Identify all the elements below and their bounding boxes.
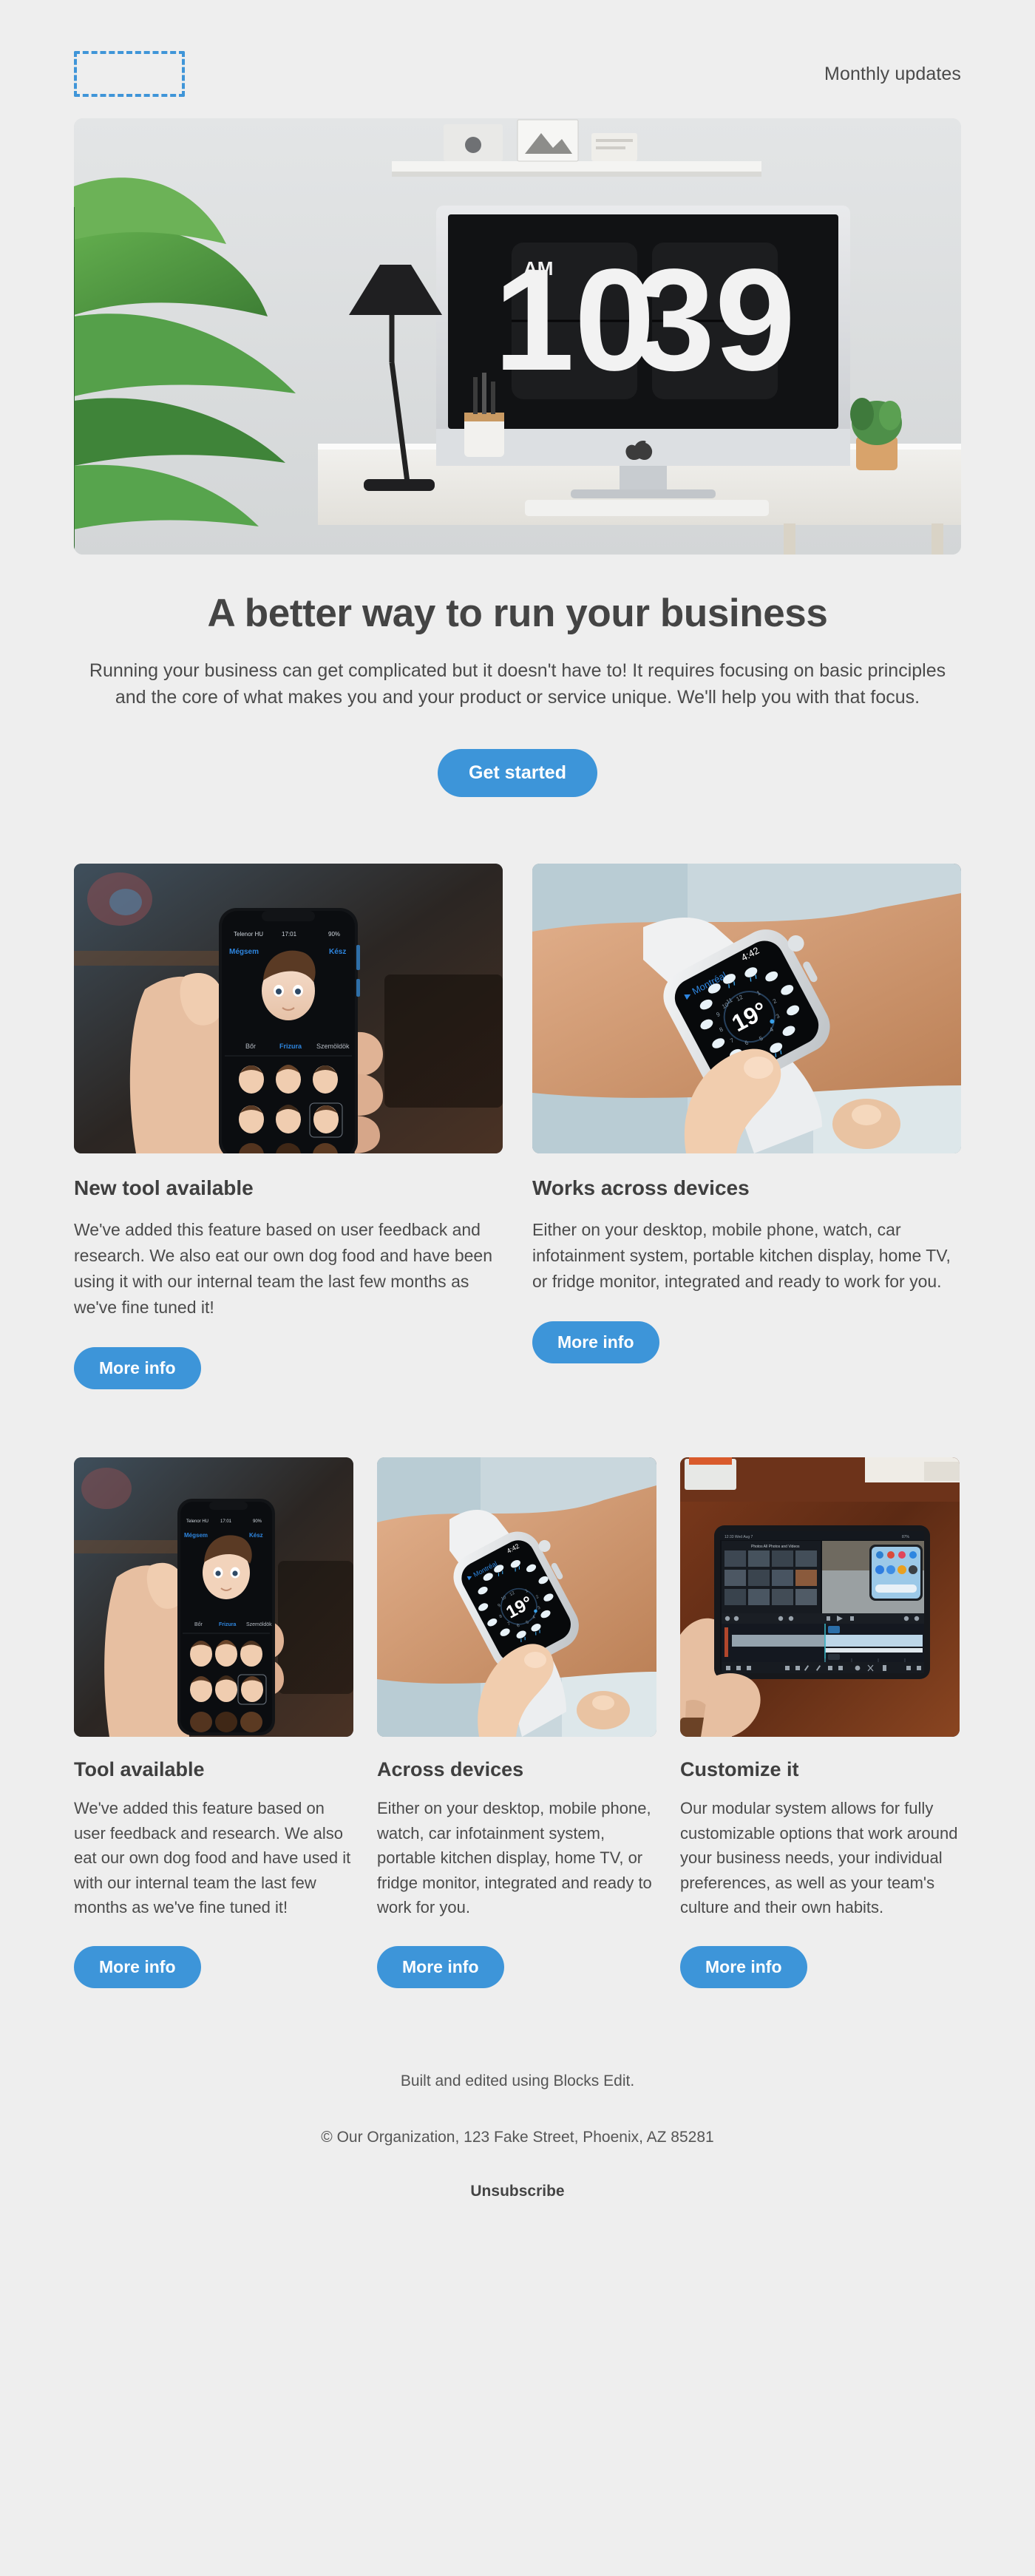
more-info-button[interactable]: More info: [74, 1946, 201, 1989]
svg-text:Mégsem: Mégsem: [184, 1532, 208, 1539]
svg-text:Telenor HU: Telenor HU: [234, 931, 263, 938]
hero-body-text: Running your business can get complicate…: [89, 660, 946, 708]
card-body: Either on your desktop, mobile phone, wa…: [532, 1220, 951, 1291]
card-button-row: More info: [74, 1946, 353, 1989]
three-column-section: Telenor HU 17:01 90% Mégsem Kész Bőr Fri…: [74, 1457, 961, 1989]
more-info-button[interactable]: More info: [532, 1321, 659, 1363]
svg-text:90%: 90%: [328, 931, 340, 938]
phone-memoji-image: Telenor HU 17:01 90% Mégsem Kész Bőr Fri…: [74, 864, 503, 1154]
hero-cta-row: Get started: [74, 749, 961, 798]
card-button-row: More info: [377, 1946, 656, 1989]
svg-text:Szemöldök: Szemöldök: [246, 1622, 272, 1627]
watch-weather-image: Montréal 4:42 19° 12 1 2 345 678 9 10 11: [532, 864, 961, 1154]
card-heading: Customize it: [680, 1758, 799, 1780]
card-button-row: More info: [680, 1946, 960, 1989]
svg-text:17:01: 17:01: [282, 931, 297, 938]
email-canvas: Monthly updates AM 10 39 A better way to…: [0, 0, 1035, 2231]
logo-placeholder[interactable]: [74, 51, 185, 97]
card-heading: New tool available: [74, 1176, 254, 1200]
card-body: Our modular system allows for fully cust…: [680, 1799, 958, 1916]
feature-card-tool-available: Telenor HU 17:01 90% Mégsem Kész Bőr Fri…: [74, 1457, 353, 1989]
svg-text:12:33 Wed Aug 7: 12:33 Wed Aug 7: [724, 1535, 753, 1539]
svg-text:Bőr: Bőr: [194, 1622, 203, 1627]
unsubscribe-link[interactable]: Unsubscribe: [470, 2183, 564, 2200]
svg-text:Mégsem: Mégsem: [229, 948, 259, 956]
header-tagline: Monthly updates: [824, 63, 961, 84]
more-info-button[interactable]: More info: [680, 1946, 807, 1989]
watch-weather-image: Montréal 4:42 19° 12 1 2 345 678 9 10: [377, 1457, 656, 1737]
svg-text:Frizura: Frizura: [279, 1043, 302, 1050]
svg-text:Kész: Kész: [329, 948, 346, 956]
feature-card-across-devices: Montréal 4:42 19° 12 1 2 345 678 9 10 Ac…: [377, 1457, 656, 1989]
get-started-button[interactable]: Get started: [438, 749, 597, 798]
svg-text:10: 10: [494, 239, 655, 401]
card-heading: Across devices: [377, 1758, 524, 1780]
svg-text:Photos All Photos and Videos: Photos All Photos and Videos: [751, 1545, 800, 1549]
email-header: Monthly updates: [74, 0, 961, 118]
footer-built-with: Built and edited using Blocks Edit.: [400, 2072, 635, 2090]
svg-text:17:01: 17:01: [220, 1519, 232, 1524]
svg-text:Telenor HU: Telenor HU: [186, 1519, 208, 1524]
more-info-button[interactable]: More info: [74, 1346, 201, 1389]
svg-text:87%: 87%: [902, 1535, 910, 1539]
svg-text:Frizura: Frizura: [219, 1622, 236, 1627]
svg-text:Bőr: Bőr: [245, 1043, 256, 1050]
phone-memoji-image: Telenor HU 17:01 90% Mégsem Kész Bőr Fri…: [74, 1457, 353, 1737]
email-footer: Built and edited using Blocks Edit. © Ou…: [74, 2070, 961, 2200]
card-heading: Tool available: [74, 1758, 205, 1780]
feature-card-customize-it: 12:33 Wed Aug 7 87% Photos All Photos an…: [680, 1457, 960, 1989]
more-info-button[interactable]: More info: [377, 1946, 504, 1989]
card-body: We've added this feature based on user f…: [74, 1799, 351, 1916]
svg-text:Szemöldök: Szemöldök: [316, 1043, 350, 1050]
svg-text:90%: 90%: [253, 1519, 262, 1524]
feature-card-new-tool: Telenor HU 17:01 90% Mégsem Kész Bőr Fri…: [74, 864, 503, 1389]
footer-copyright: © Our Organization, 123 Fake Street, Pho…: [321, 2128, 714, 2146]
card-button-row: More info: [74, 1346, 503, 1389]
card-button-row: More info: [532, 1321, 961, 1363]
card-body: We've added this feature based on user f…: [74, 1220, 493, 1317]
page-title: A better way to run your business: [207, 592, 828, 635]
svg-text:39: 39: [634, 239, 795, 401]
feature-card-works-across-devices: Montréal 4:42 19° 1212 345 678 91011: [532, 864, 961, 1389]
card-body: Either on your desktop, mobile phone, wa…: [377, 1799, 652, 1916]
two-column-section: Telenor HU 17:01 90% Mégsem Kész Bőr Fri…: [74, 864, 961, 1389]
card-heading: Works across devices: [532, 1176, 750, 1200]
hero-image: AM 10 39: [74, 118, 961, 555]
svg-text:Kész: Kész: [249, 1532, 263, 1539]
tablet-editor-image: 12:33 Wed Aug 7 87% Photos All Photos an…: [680, 1457, 960, 1737]
